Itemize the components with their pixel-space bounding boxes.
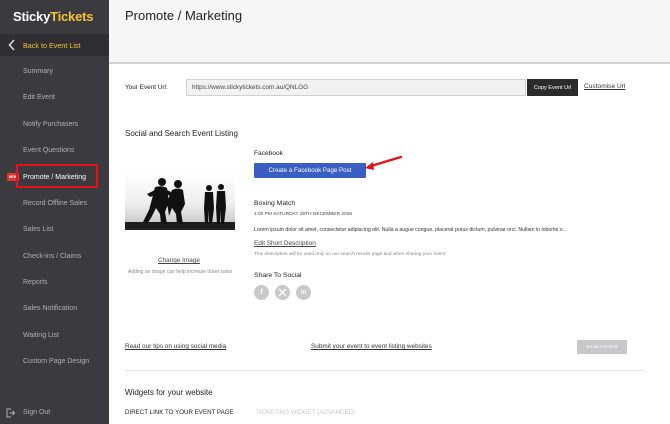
event-url-label: Your Event Url: bbox=[125, 84, 168, 91]
create-facebook-post-button[interactable]: Create a Facebook Page Post bbox=[254, 163, 366, 178]
social-media-tips-link[interactable]: Read our tips on using social media bbox=[125, 343, 226, 350]
social-search-listing-title: Social and Search Event Listing bbox=[125, 129, 238, 138]
sidebar-item-sales-list[interactable]: Sales List bbox=[23, 226, 53, 233]
share-to-social-title: Share To Social bbox=[254, 272, 302, 279]
event-image bbox=[125, 172, 235, 230]
event-date: 1:00 PM SATURDAY 26TH DECEMBER 2026 bbox=[254, 212, 353, 217]
event-description: Lorem ipsum dolor sit amet, consectetur … bbox=[254, 227, 567, 233]
back-to-event-list-label: Back to Event List bbox=[23, 41, 81, 50]
tab-direct-link[interactable]: DIRECT LINK TO YOUR EVENT PAGE bbox=[125, 409, 234, 416]
section-divider bbox=[125, 370, 645, 371]
sticky-tickets-logo[interactable]: StickyTickets bbox=[13, 9, 93, 25]
boxing-silhouette-image bbox=[125, 172, 235, 228]
sidebar-item-custom-page-design[interactable]: Custom Page Design bbox=[23, 358, 89, 365]
sidebar-item-summary[interactable]: Summary bbox=[23, 68, 53, 75]
chevron-left-icon bbox=[8, 39, 15, 51]
sidebar-item-reports[interactable]: Reports bbox=[23, 279, 48, 286]
description-hint-text: This description will be used only on ou… bbox=[254, 252, 446, 257]
logo-text-sticky: Sticky bbox=[13, 9, 51, 24]
sidebar-item-check-ins-claims[interactable]: Check-ins / Claims bbox=[23, 253, 81, 260]
customise-url-link[interactable]: Customise Url bbox=[584, 83, 625, 90]
sidebar-item-waiting-list[interactable]: Waiting List bbox=[23, 332, 59, 339]
image-hint-text: Adding an image can help increase ticket… bbox=[127, 269, 233, 275]
sidebar-item-event-questions[interactable]: Event Questions bbox=[23, 147, 74, 154]
logo-text-tickets: Tickets bbox=[50, 9, 94, 24]
page-title: Promote / Marketing bbox=[125, 8, 243, 23]
red-arrow-annotation-icon bbox=[365, 155, 403, 170]
sign-out-button[interactable]: Sign Out bbox=[6, 408, 106, 420]
x-icon[interactable] bbox=[275, 285, 290, 300]
sidebar-item-notify-purchasers[interactable]: Notify Purchasers bbox=[23, 121, 78, 128]
change-image-link[interactable]: Change Image bbox=[158, 257, 200, 264]
linkedin-icon[interactable]: in bbox=[296, 285, 311, 300]
sidebar-item-record-offline-sales[interactable]: Record Offline Sales bbox=[23, 200, 87, 207]
event-name: Boxing Match bbox=[254, 200, 296, 207]
sign-out-icon bbox=[6, 408, 15, 418]
highlight-annotation-box bbox=[16, 164, 98, 188]
submit-listing-websites-link[interactable]: Submit your event to event listing websi… bbox=[311, 343, 432, 350]
email-a-friend-button[interactable]: Email A Friend bbox=[577, 340, 627, 354]
widgets-title: Widgets for your website bbox=[125, 388, 213, 397]
facebook-label: Facebook bbox=[254, 150, 283, 157]
back-to-event-list-button[interactable]: Back to Event List bbox=[0, 34, 109, 56]
page-header: Promote / Marketing bbox=[109, 0, 670, 64]
facebook-icon[interactable]: f bbox=[254, 285, 269, 300]
sidebar-item-sales-notification[interactable]: Sales Notification bbox=[23, 305, 77, 312]
tab-ticketing-widget[interactable]: TICKETING WIDGET (ADVANCED) bbox=[256, 409, 355, 416]
sidebar: StickyTickets Back to Event List Summary… bbox=[0, 0, 109, 424]
event-url-field[interactable]: https://www.stickytickets.com.au/QNLGG bbox=[186, 79, 526, 96]
edit-short-description-link[interactable]: Edit Short Description bbox=[254, 240, 316, 247]
sign-out-label: Sign Out bbox=[23, 409, 51, 416]
copy-event-url-button[interactable]: Copy Event Url bbox=[527, 79, 578, 96]
sidebar-item-edit-event[interactable]: Edit Event bbox=[23, 94, 55, 101]
